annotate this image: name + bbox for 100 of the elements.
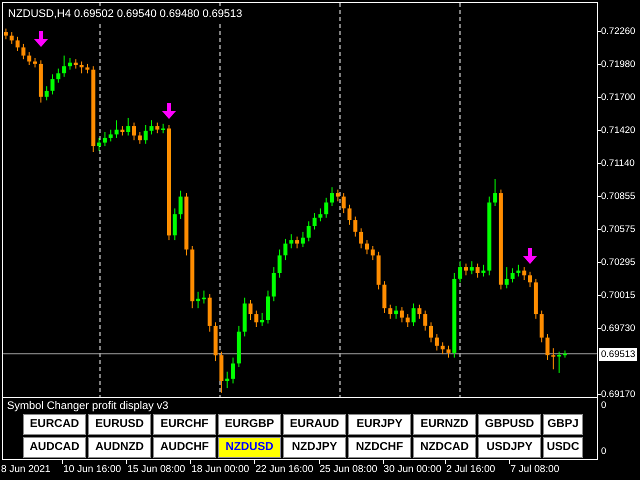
symbol-button[interactable]: NZDJPY [283,437,346,458]
candlestick [260,312,264,326]
candlestick [353,216,358,238]
symbol-button[interactable]: USDJPY [478,437,541,458]
symbol-button[interactable]: EURUSD [88,414,151,435]
candlestick [429,322,433,343]
candlestick [97,137,102,152]
symbol-button[interactable]: NZDUSD [218,437,281,458]
time-label: 30 Jun 00:00 [384,463,442,476]
candlestick [388,304,392,320]
candlestick [27,52,32,66]
time-label: 8 Jun 2021 [1,463,50,476]
symbol-button[interactable]: EURCAD [23,414,86,435]
symbol-button[interactable]: AUDNZD [88,437,151,458]
candlestick [540,310,544,343]
candlestick [272,266,276,302]
candlestick [80,61,84,74]
time-label: 15 Jun 08:00 [127,463,186,476]
symbol-button[interactable]: EURCHF [153,414,216,435]
symbol-button[interactable]: GBPJ [543,414,583,435]
down-arrow-icon [162,103,176,119]
candlestick [528,271,532,288]
candlestick [516,264,520,277]
candlestick [132,122,136,141]
candlestick [306,220,311,242]
symbol-button[interactable]: EURGBP [218,414,281,435]
candlestick [464,263,468,276]
candlestick [120,126,124,136]
indicator-title: Symbol Changer profit display v3 [6,399,170,414]
candlestick [318,208,322,222]
price-label: 0.71700 [601,90,636,104]
price-label: 0.70575 [601,222,636,236]
candlestick [126,117,130,136]
symbol-button[interactable]: EURAUD [283,414,346,435]
candlestick [359,228,364,249]
candlestick [231,357,235,384]
candlestick [138,132,142,144]
candlestick [4,28,8,40]
symbol-button[interactable]: EURJPY [348,414,411,435]
candlestick [434,334,439,351]
candlestick [114,120,119,138]
candlestick [56,68,60,84]
candlestick [348,204,352,226]
symbol-button[interactable]: EURNZD [413,414,476,435]
candlestick [254,310,258,328]
candlestick [108,129,113,142]
price-label: 0.70855 [601,190,636,204]
down-arrow-icon [523,248,537,264]
price-label: 0.71420 [601,124,636,137]
price-label: 0.70295 [601,256,636,269]
candlestick [365,240,369,255]
time-label: 18 Jun 00:00 [191,463,250,476]
symbol-button[interactable]: USDC [543,437,583,458]
candlestick [172,208,177,241]
candlestick [546,334,550,360]
down-arrow-icon [34,31,48,47]
candlestick [423,310,428,332]
candlestick [289,234,294,249]
symbol-button[interactable]: NZDCHF [348,437,411,458]
time-label: 10 Jun 16:00 [63,463,122,476]
candlestick [504,266,509,289]
candlestick [300,231,305,248]
symbol-button[interactable]: NZDCAD [413,437,476,458]
candlestick [324,197,328,218]
candlestick [394,305,398,320]
symbol-button[interactable]: AUDCAD [23,437,86,458]
candlestick [150,120,154,135]
candlestick [21,43,26,60]
time-label: 7 Jul 08:00 [510,463,560,476]
price-label: 0.71140 [601,156,635,170]
indicator-axis-label: 0 [601,399,606,412]
candlestick [161,123,166,134]
candlestick [446,345,450,358]
candlestick [283,238,288,261]
candlestick [295,236,300,249]
symbol-button[interactable]: AUDCHF [153,437,216,458]
candlestick [225,371,230,389]
candlestick [44,86,49,101]
candlestick [551,348,556,370]
candlestick [102,132,107,147]
price-label: 0.72260 [601,24,636,38]
candlestick [382,280,386,314]
candlestick [155,122,160,134]
current-price-label: 0.69513 [599,348,638,361]
candlestick [412,303,416,326]
symbol-button[interactable]: GBPUSD [478,414,541,435]
candlestick [178,190,183,220]
candlestick [406,314,410,328]
price-label: 0.69730 [601,322,636,336]
candlestick [342,192,346,214]
time-label: 2 Jul 16:00 [446,463,496,476]
candlestick [400,306,404,323]
candlestick [476,263,480,278]
candlestick [266,290,270,324]
time-label: 22 Jun 16:00 [255,463,314,476]
time-label: 25 Jun 08:00 [320,463,378,476]
price-label: 0.69170 [601,388,636,401]
candlestick [62,55,66,78]
candlestick [248,300,252,320]
candlestick [68,58,72,70]
